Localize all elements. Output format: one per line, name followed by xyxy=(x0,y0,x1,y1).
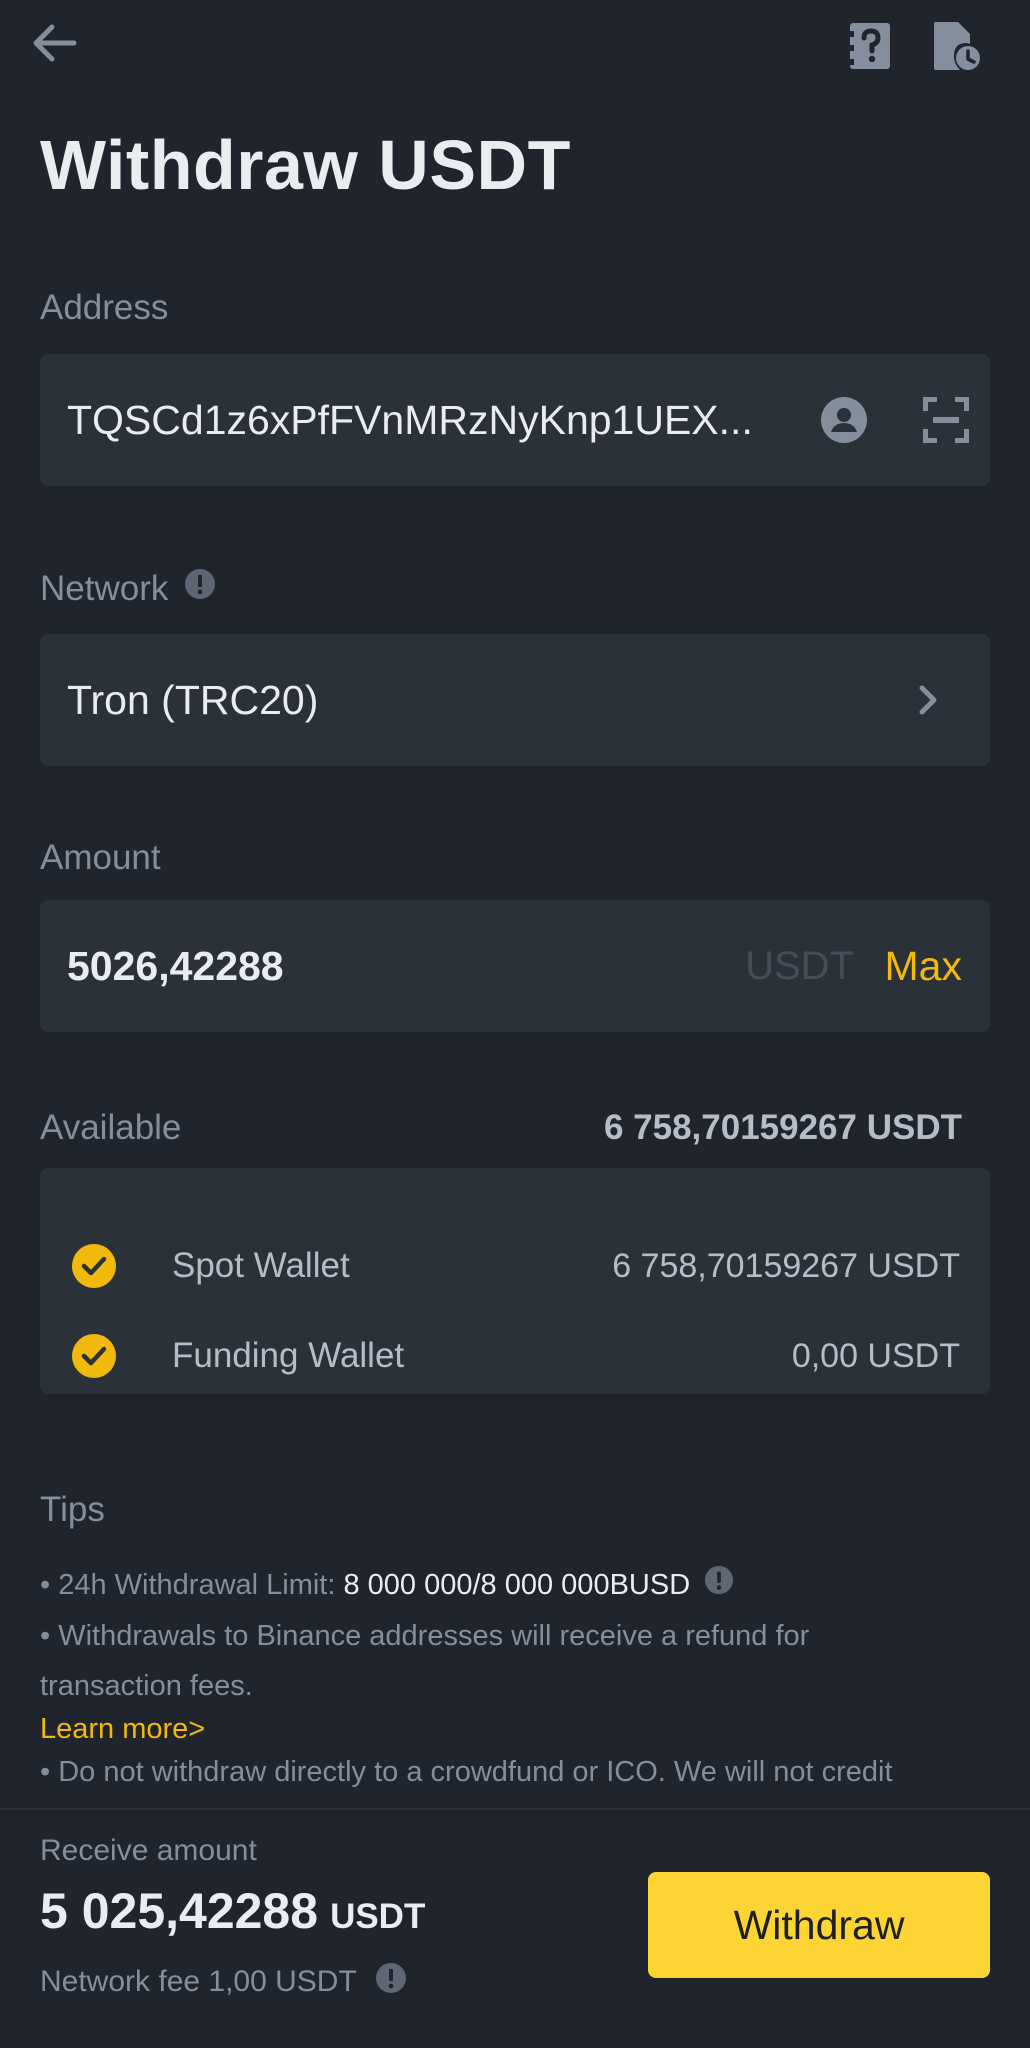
network-fee: Network fee 1,00 USDT xyxy=(40,1962,407,2002)
wallet-name: Funding Wallet xyxy=(172,1336,405,1375)
max-button[interactable]: Max xyxy=(885,900,962,1032)
amount-label: Amount xyxy=(40,838,161,878)
wallet-amount: 6 758,70159267 USDT xyxy=(612,1247,960,1285)
wallet-amount: 0,00 USDT xyxy=(791,1337,960,1375)
fee-info-icon[interactable] xyxy=(375,1962,407,2002)
network-value: Tron (TRC20) xyxy=(67,677,319,723)
available-row: Available 6 758,70159267 USDT xyxy=(40,1098,962,1158)
tips-ico-line-1: • Do not withdraw directly to a crowdfun… xyxy=(40,1756,893,1789)
network-selector[interactable]: Tron (TRC20) xyxy=(40,634,990,766)
available-value: 6 758,70159267 USDT xyxy=(603,1108,962,1147)
wallet-row-spot[interactable]: Spot Wallet 6 758,70159267 USDT xyxy=(72,1236,960,1296)
withdraw-page: Withdraw USDT Address TQSCd1z6xPfFVnMRzN… xyxy=(0,0,1030,2048)
scan-qr-icon[interactable] xyxy=(920,394,972,446)
tips-refund-line-1: • Withdrawals to Binance addresses will … xyxy=(40,1620,810,1653)
tips-limit-value: 8 000 000/8 000 000BUSD xyxy=(343,1569,691,1601)
chevron-right-icon xyxy=(906,678,950,722)
tips-body: • 24h Withdrawal Limit: 8 000 000/8 000 … xyxy=(40,1560,1000,1810)
wallet-selection: Spot Wallet 6 758,70159267 USDT Funding … xyxy=(40,1168,990,1394)
receive-amount: 5 025,42288 USDT xyxy=(40,1882,425,1940)
address-label: Address xyxy=(40,288,168,328)
withdraw-button[interactable]: Withdraw xyxy=(648,1872,990,1978)
tips-refund-line-2: transaction fees. xyxy=(40,1670,253,1703)
checkbox-checked-icon[interactable] xyxy=(72,1244,116,1288)
address-label-text: Address xyxy=(40,288,169,327)
address-book-icon[interactable] xyxy=(818,394,870,446)
wallet-name: Spot Wallet xyxy=(172,1246,350,1285)
amount-input[interactable]: 5026,42288 xyxy=(67,900,284,1032)
page-title: Withdraw USDT xyxy=(40,126,571,204)
amount-unit: USDT xyxy=(745,944,854,988)
bottom-bar: Receive amount 5 025,42288 USDT Network … xyxy=(0,1808,1030,2048)
network-fee-text: Network fee 1,00 USDT xyxy=(40,1965,357,1998)
tips-limit-prefix: • 24h Withdrawal Limit: xyxy=(40,1569,344,1601)
receive-amount-value: 5 025,42288 xyxy=(40,1883,319,1939)
address-field[interactable]: TQSCd1z6xPfFVnMRzNyKnp1UEX... xyxy=(40,354,990,486)
network-info-icon[interactable] xyxy=(184,568,216,609)
faq-icon[interactable] xyxy=(842,18,898,74)
receive-amount-label: Receive amount xyxy=(40,1834,257,1867)
network-label: Network xyxy=(40,568,216,609)
tips-title: Tips xyxy=(40,1490,105,1529)
top-bar xyxy=(0,0,1030,90)
back-arrow-icon[interactable] xyxy=(26,18,82,68)
address-input[interactable]: TQSCd1z6xPfFVnMRzNyKnp1UEX... xyxy=(67,354,787,486)
learn-more-link[interactable]: Learn more> xyxy=(40,1711,1000,1747)
receive-amount-unit: USDT xyxy=(330,1897,426,1936)
available-label: Available xyxy=(40,1108,182,1147)
amount-field[interactable]: 5026,42288 USDT Max xyxy=(40,900,990,1032)
checkbox-checked-icon[interactable] xyxy=(72,1334,116,1378)
amount-label-text: Amount xyxy=(40,838,161,877)
wallet-row-funding[interactable]: Funding Wallet 0,00 USDT xyxy=(72,1326,960,1386)
network-label-text: Network xyxy=(40,568,169,608)
history-icon[interactable] xyxy=(928,18,984,74)
limit-info-icon[interactable] xyxy=(704,1561,734,1611)
tips-limit-line: • 24h Withdrawal Limit: 8 000 000/8 000 … xyxy=(40,1560,1000,1611)
